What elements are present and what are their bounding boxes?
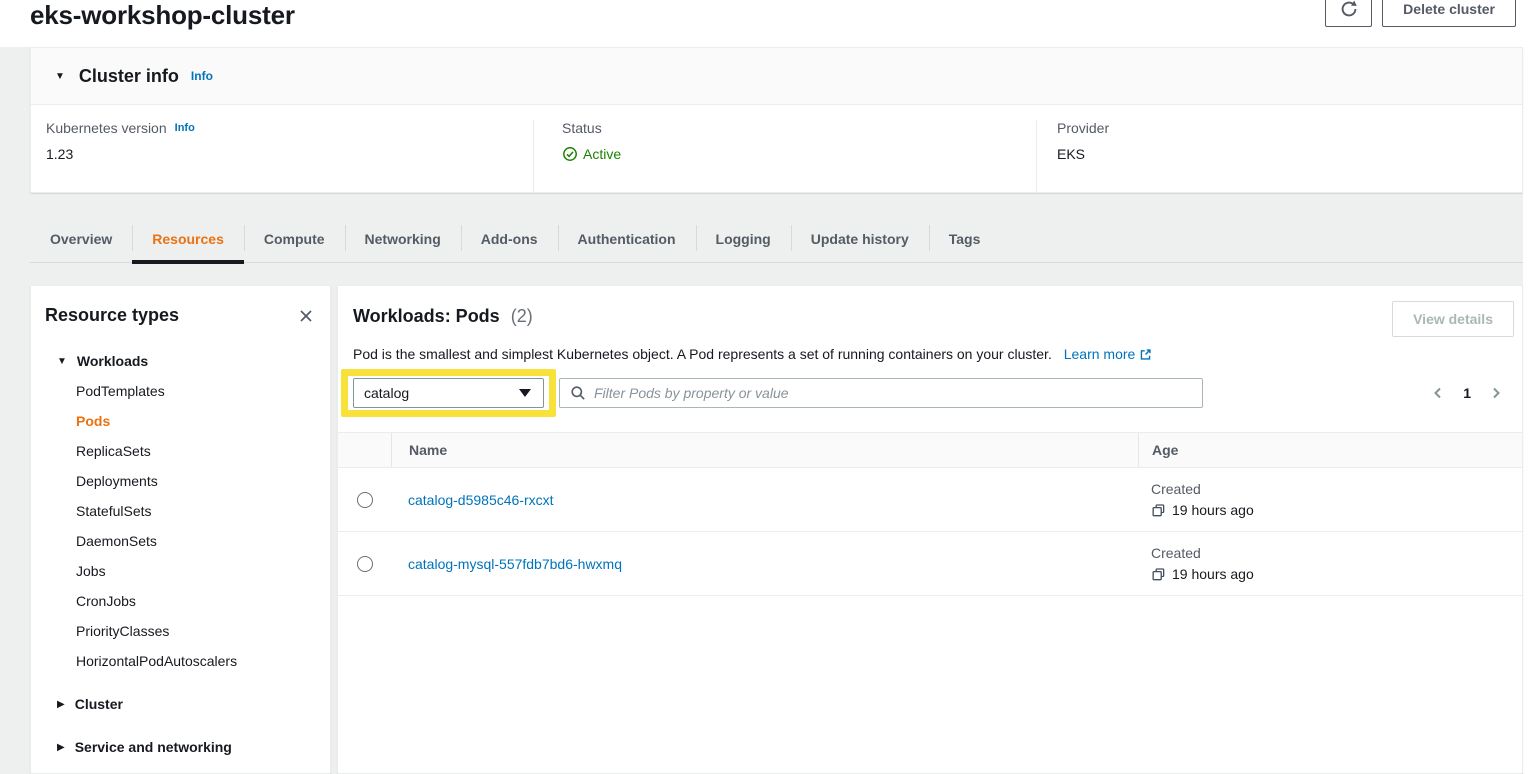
sidebar-item-replicasets[interactable]: ReplicaSets [31, 436, 330, 466]
nav-group-workloads[interactable]: ▼ Workloads [31, 346, 330, 376]
refresh-button[interactable] [1325, 0, 1372, 27]
age-value: 19 hours ago [1172, 566, 1254, 582]
page-header: eks-workshop-cluster Delete cluster [0, 0, 1538, 47]
sidebar-item-podtemplates[interactable]: PodTemplates [31, 376, 330, 406]
page-number[interactable]: 1 [1463, 385, 1471, 401]
namespace-filter-value: catalog [364, 385, 409, 401]
nav-group-cluster-label: Cluster [75, 696, 123, 712]
panel-title: Workloads: Pods [353, 306, 500, 326]
provider-field: Provider EKS [1036, 120, 1522, 193]
tab-compute[interactable]: Compute [244, 215, 345, 262]
namespace-filter-dropdown[interactable]: catalog [353, 378, 544, 408]
chevron-down-icon: ▼ [55, 71, 65, 82]
tab-networking[interactable]: Networking [345, 215, 461, 262]
age-column-header: Age [1138, 433, 1522, 467]
table-row: catalog-mysql-557fdb7bd6-hwxmq Created 1… [338, 532, 1522, 596]
header-actions: Delete cluster [1325, 0, 1516, 27]
pod-name-link[interactable]: catalog-d5985c46-rxcxt [391, 492, 1138, 508]
pods-table: Name Age catalog-d5985c46-rxcxt Created … [338, 432, 1522, 596]
resource-types-title: Resource types [45, 305, 179, 326]
sidebar-item-pods[interactable]: Pods [31, 406, 330, 436]
delete-cluster-button[interactable]: Delete cluster [1382, 0, 1516, 27]
kubernetes-version-field: Kubernetes version Info 1.23 [31, 120, 533, 193]
dropdown-caret-icon [519, 389, 531, 397]
selection-column-header [338, 433, 391, 467]
sidebar-item-priorityclasses[interactable]: PriorityClasses [31, 616, 330, 646]
kubernetes-version-info-link[interactable]: Info [175, 122, 195, 134]
external-link-icon [1139, 348, 1152, 361]
sidebar-item-cronjobs[interactable]: CronJobs [31, 586, 330, 616]
pods-table-header: Name Age [338, 432, 1522, 468]
age-value: 19 hours ago [1172, 502, 1254, 518]
close-icon[interactable] [296, 306, 316, 326]
eks-cluster-page: eks-workshop-cluster Delete cluster ▼ Cl… [0, 0, 1538, 774]
sidebar-item-jobs[interactable]: Jobs [31, 556, 330, 586]
tab-update-history[interactable]: Update history [791, 215, 929, 262]
pagination: 1 [1430, 385, 1514, 401]
view-details-button[interactable]: View details [1392, 301, 1514, 337]
copy-icon [1151, 503, 1166, 518]
status-value: Active [583, 146, 621, 162]
age-created-label: Created [1151, 545, 1522, 561]
status-check-icon [562, 146, 578, 162]
annotation-highlight-box: catalog [341, 369, 556, 417]
cluster-info-body: Kubernetes version Info 1.23 Status Acti… [31, 105, 1522, 193]
next-page-button[interactable] [1488, 385, 1504, 401]
row-radio-button[interactable] [357, 556, 373, 572]
pods-count-badge: (2) [511, 306, 533, 326]
name-column-header: Name [391, 433, 1138, 467]
provider-value: EKS [1057, 146, 1522, 162]
sidebar-item-deployments[interactable]: Deployments [31, 466, 330, 496]
search-icon [570, 385, 586, 401]
pods-filter-input[interactable] [594, 385, 1192, 401]
chevron-down-icon: ▼ [57, 356, 67, 367]
nav-group-workloads-label: Workloads [77, 353, 148, 369]
tab-resources[interactable]: Resources [132, 215, 244, 262]
tab-overview[interactable]: Overview [30, 215, 132, 262]
age-created-label: Created [1151, 481, 1522, 497]
nav-group-service-and-networking[interactable]: ▶ Service and networking [31, 732, 330, 762]
tabs-divider [30, 262, 1523, 263]
chevron-right-icon: ▶ [57, 742, 65, 753]
chevron-right-icon: ▶ [57, 699, 65, 710]
row-radio-button[interactable] [357, 492, 373, 508]
cluster-info-card: ▼ Cluster info Info Kubernetes version I… [30, 47, 1523, 193]
learn-more-link[interactable]: Learn more [1064, 346, 1153, 362]
cluster-tabs: Overview Resources Compute Networking Ad… [30, 215, 1000, 262]
tab-authentication[interactable]: Authentication [558, 215, 696, 262]
kubernetes-version-value: 1.23 [46, 146, 533, 162]
pods-filter-searchbox [559, 378, 1203, 408]
pods-panel: Workloads: Pods (2) View details Pod is … [337, 285, 1523, 774]
sidebar-item-horizontalpodautoscalers[interactable]: HorizontalPodAutoscalers [31, 646, 330, 676]
refresh-icon [1340, 0, 1358, 18]
provider-label: Provider [1057, 120, 1522, 136]
status-label: Status [562, 120, 1036, 136]
copy-icon [1151, 567, 1166, 582]
status-field: Status Active [533, 120, 1036, 193]
pod-name-link[interactable]: catalog-mysql-557fdb7bd6-hwxmq [391, 556, 1138, 572]
cluster-info-info-link[interactable]: Info [191, 69, 213, 83]
pods-description: Pod is the smallest and simplest Kuberne… [353, 346, 1052, 362]
sidebar-item-daemonsets[interactable]: DaemonSets [31, 526, 330, 556]
cluster-info-heading: Cluster info [79, 66, 179, 87]
tab-tags[interactable]: Tags [929, 215, 1001, 262]
cluster-info-expander[interactable]: ▼ Cluster info Info [31, 48, 1522, 105]
resource-types-nav: ▼ Workloads PodTemplates Pods ReplicaSet… [31, 346, 330, 762]
resource-types-panel: Resource types ▼ Workloads PodTemplates … [30, 285, 331, 774]
previous-page-button[interactable] [1430, 385, 1446, 401]
page-title: eks-workshop-cluster [30, 0, 295, 31]
tab-add-ons[interactable]: Add-ons [461, 215, 558, 262]
table-row: catalog-d5985c46-rxcxt Created 19 hours … [338, 468, 1522, 532]
nav-group-service-networking-label: Service and networking [75, 739, 232, 755]
sidebar-item-statefulsets[interactable]: StatefulSets [31, 496, 330, 526]
tab-logging[interactable]: Logging [696, 215, 791, 262]
kubernetes-version-label: Kubernetes version [46, 120, 167, 136]
nav-group-cluster[interactable]: ▶ Cluster [31, 689, 330, 719]
